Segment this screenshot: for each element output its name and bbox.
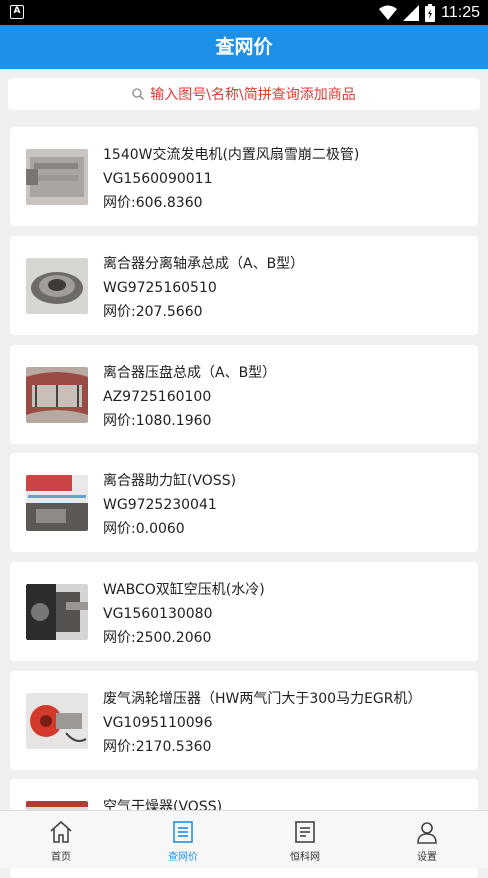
pressure-plate-photo bbox=[26, 367, 88, 423]
clock: 11:25 bbox=[441, 3, 480, 21]
bearing-photo bbox=[26, 258, 88, 314]
nav-hengke-label: 恒科网 bbox=[290, 852, 320, 863]
product-code: VG1095110096 bbox=[103, 715, 213, 731]
signal-icon bbox=[403, 4, 420, 21]
product-code: WG9725230041 bbox=[103, 497, 217, 513]
product-info: 废气涡轮增压器（HW两气门大于300马力EGR机） VG1095110096 网… bbox=[103, 687, 470, 759]
list-item[interactable]: 离合器压盘总成（A、B型） AZ9725160100 网价:1080.1960 bbox=[10, 345, 478, 444]
battery-icon bbox=[425, 3, 436, 22]
list-icon bbox=[173, 821, 193, 843]
nav-home[interactable]: 首页 bbox=[0, 811, 122, 868]
nav-settings-label: 设置 bbox=[417, 852, 437, 863]
nav-hengke[interactable]: 恒科网 bbox=[244, 811, 366, 868]
product-info: 离合器压盘总成（A、B型） AZ9725160100 网价:1080.1960 bbox=[103, 361, 470, 433]
list-item[interactable]: 1540W交流发电机(内置风扇雪崩二极管) VG1560090011 网价:60… bbox=[10, 127, 478, 226]
product-price: 网价:1080.1960 bbox=[103, 413, 212, 429]
status-icons: 11:25 bbox=[379, 2, 480, 23]
product-code: VG1560090011 bbox=[103, 171, 213, 187]
product-info: 1540W交流发电机(内置风扇雪崩二极管) VG1560090011 网价:60… bbox=[103, 143, 470, 215]
product-price: 网价:0.0060 bbox=[103, 521, 185, 537]
product-code: AZ9725160100 bbox=[103, 389, 212, 405]
nav-price-check[interactable]: 查网价 bbox=[122, 811, 244, 868]
product-code: VG1560130080 bbox=[103, 606, 213, 622]
product-name: 1540W交流发电机(内置风扇雪崩二极管) bbox=[103, 147, 360, 163]
product-name: WABCO双缸空压机(水冷) bbox=[103, 582, 265, 598]
alternator-photo bbox=[26, 149, 88, 205]
product-price: 网价:2500.2060 bbox=[103, 630, 212, 646]
product-price: 网价:207.5660 bbox=[103, 304, 203, 320]
product-name: 离合器压盘总成（A、B型） bbox=[103, 365, 277, 381]
product-price: 网价:2170.5360 bbox=[103, 739, 212, 755]
product-info: 离合器分离轴承总成（A、B型） WG9725160510 网价:207.5660 bbox=[103, 252, 470, 324]
product-info: WABCO双缸空压机(水冷) VG1560130080 网价:2500.2060 bbox=[103, 578, 470, 650]
document-icon bbox=[295, 821, 315, 843]
search-icon bbox=[132, 88, 145, 100]
home-icon bbox=[50, 820, 72, 843]
bottom-nav: 首页 查网价 恒科网 设置 bbox=[0, 810, 488, 868]
notification-icon: A bbox=[10, 5, 24, 19]
search-placeholder: 输入图号\名称\简拼查询添加商品 bbox=[150, 87, 356, 103]
product-name: 离合器助力缸(VOSS) bbox=[103, 473, 237, 489]
product-name: 离合器分离轴承总成（A、B型） bbox=[103, 256, 305, 272]
list-item[interactable]: 废气涡轮增压器（HW两气门大于300马力EGR机） VG1095110096 网… bbox=[10, 671, 478, 770]
list-item[interactable]: 离合器助力缸(VOSS) WG9725230041 网价:0.0060 bbox=[10, 453, 478, 552]
compressor-photo bbox=[26, 584, 88, 640]
wifi-icon bbox=[379, 5, 398, 20]
user-icon bbox=[417, 822, 437, 844]
product-price: 网价:606.8360 bbox=[103, 195, 203, 211]
list-item[interactable]: WABCO双缸空压机(水冷) VG1560130080 网价:2500.2060 bbox=[10, 562, 478, 661]
nav-home-label: 首页 bbox=[51, 852, 71, 863]
product-code: WG9725160510 bbox=[103, 280, 217, 296]
page-title: 查网价 bbox=[0, 25, 488, 69]
search-input[interactable]: 输入图号\名称\简拼查询添加商品 bbox=[8, 78, 480, 110]
product-name: 废气涡轮增压器（HW两气门大于300马力EGR机） bbox=[103, 691, 422, 707]
booster-photo bbox=[26, 475, 88, 531]
nav-price-check-label: 查网价 bbox=[168, 852, 198, 863]
nav-settings[interactable]: 设置 bbox=[366, 811, 488, 868]
list-item[interactable]: 离合器分离轴承总成（A、B型） WG9725160510 网价:207.5660 bbox=[10, 236, 478, 335]
status-bar: A 11:25 bbox=[0, 0, 488, 25]
product-info: 离合器助力缸(VOSS) WG9725230041 网价:0.0060 bbox=[103, 469, 470, 541]
turbo-photo bbox=[26, 693, 88, 749]
